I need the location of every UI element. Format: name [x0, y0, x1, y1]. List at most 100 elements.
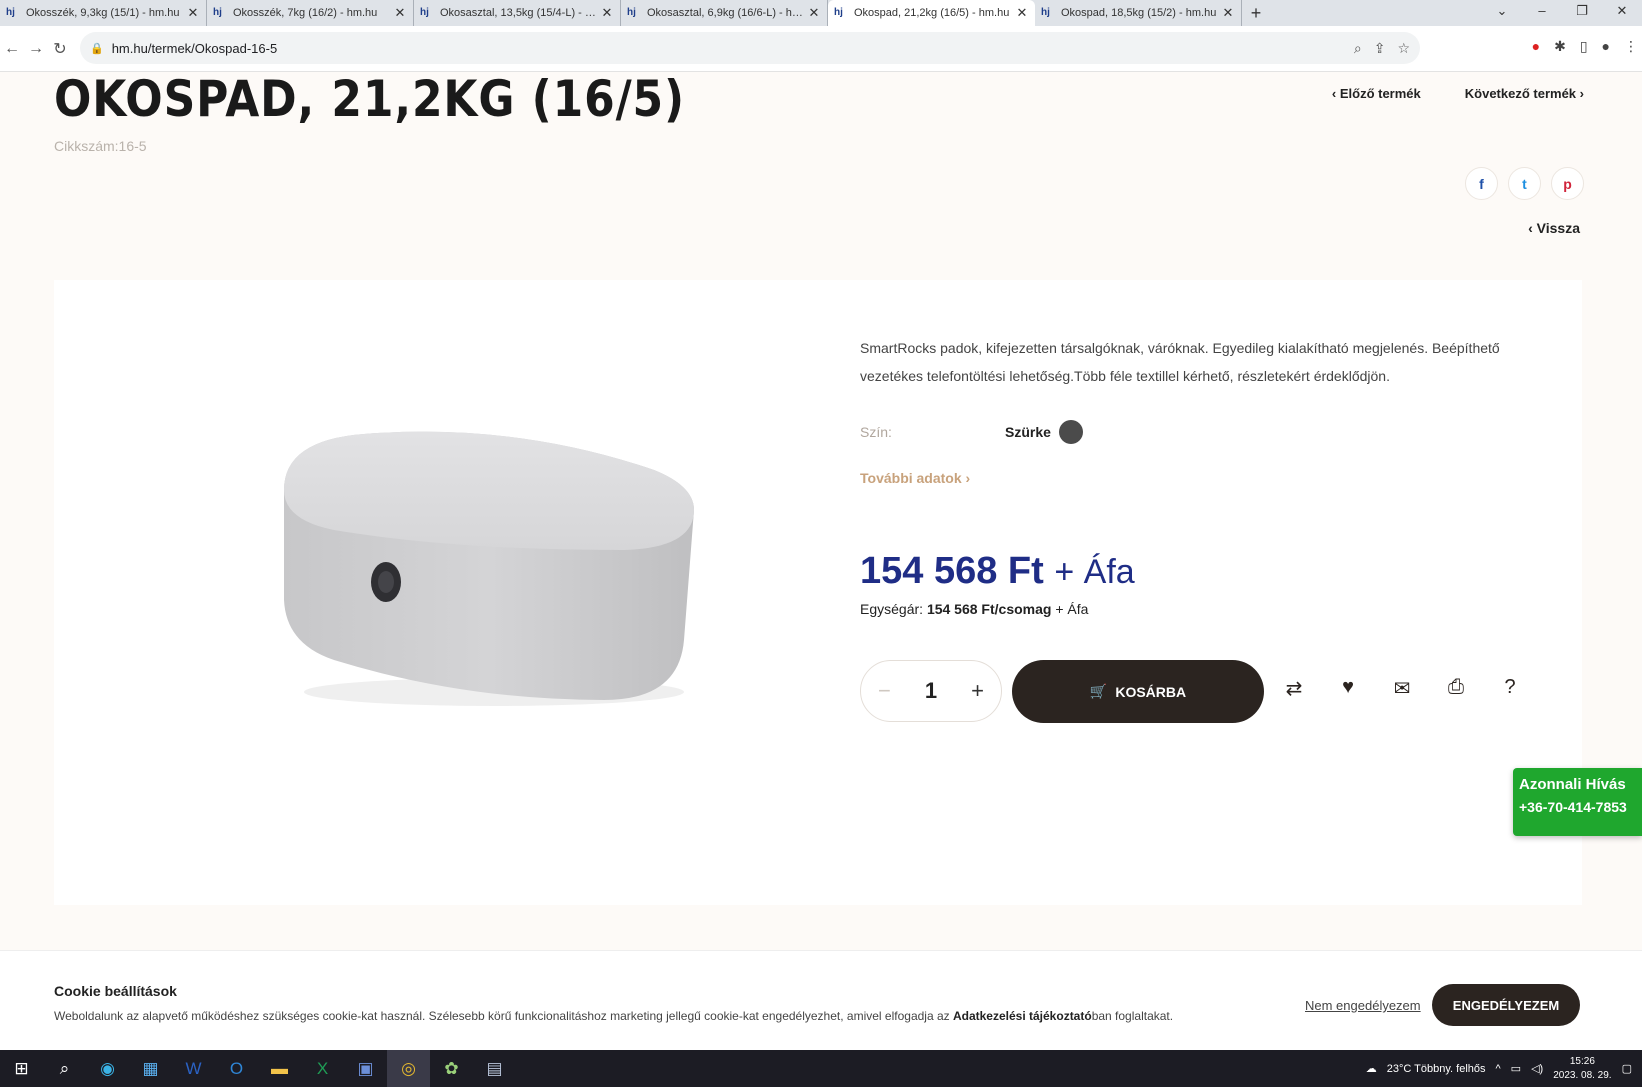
close-icon[interactable]: ✕: [600, 5, 614, 21]
os-taskbar: ⊞ ⌕ ◉ ▦ W O ▬ X ▣ ◎ ✿ ▤ ☁ 23°C Többny. f…: [0, 1050, 1642, 1087]
volume-icon[interactable]: ◁): [1531, 1062, 1543, 1075]
mail-icon[interactable]: ✉: [1391, 676, 1413, 701]
window-controls: ⌄ – ❐ ✕: [1482, 0, 1642, 26]
network-icon[interactable]: ▭: [1511, 1062, 1521, 1075]
site-favicon-icon: hj: [6, 7, 15, 18]
sku-label: Cikkszám:16-5: [54, 138, 147, 154]
back-arrow-icon[interactable]: ←: [0, 40, 24, 58]
print-icon[interactable]: ⎙: [1445, 676, 1467, 701]
page-title: OKOSPAD, 21,2KG (16/5): [54, 70, 686, 128]
excel-icon[interactable]: X: [301, 1050, 344, 1087]
social-share: f t p: [1465, 167, 1584, 200]
pinterest-icon[interactable]: p: [1551, 167, 1584, 200]
weather-text[interactable]: 23°C Többny. felhős: [1387, 1063, 1486, 1075]
menu-dots-icon[interactable]: ⋮: [1624, 38, 1638, 55]
chevron-left-icon: ‹: [1528, 220, 1537, 236]
tab-search-icon[interactable]: ⌄: [1482, 0, 1522, 26]
plus-icon[interactable]: +: [971, 678, 984, 704]
browser-tabstrip: hj Okosszék, 9,3kg (15/1) - hm.hu ✕ hj Okos…: [0, 0, 1642, 26]
close-icon[interactable]: ✕: [807, 5, 821, 21]
color-swatch[interactable]: [1058, 420, 1083, 444]
quantity-input[interactable]: 1: [925, 678, 937, 704]
more-data-label: További adatok: [860, 470, 962, 486]
bookmark-star-icon[interactable]: ☆: [1397, 40, 1410, 57]
facebook-icon[interactable]: f: [1465, 167, 1498, 200]
call-phone: +36-70-414-7853: [1519, 799, 1627, 815]
restore-icon[interactable]: ❐: [1562, 0, 1602, 26]
tab-title: Okospad, 18,5kg (15/2) - hm.hu: [1061, 7, 1217, 19]
browser-tab[interactable]: hj Okosszék, 9,3kg (15/1) - hm.hu ✕: [0, 0, 207, 26]
search-icon[interactable]: ⌕: [43, 1050, 86, 1087]
price-vat: + Áfa: [1054, 553, 1135, 591]
prev-product-link[interactable]: ‹ Előző termék: [1332, 86, 1421, 101]
quantity-stepper: − 1 +: [860, 660, 1002, 722]
call-title: Azonnali Hívás: [1519, 776, 1626, 793]
calculator-icon[interactable]: ▤: [473, 1050, 516, 1087]
edge-icon[interactable]: ◉: [86, 1050, 129, 1087]
browser-tab[interactable]: hj Okosszék, 7kg (16/2) - hm.hu ✕: [207, 0, 414, 26]
browser-tab[interactable]: hj Okosasztal, 13,5kg (15/4-L) - hm. ✕: [414, 0, 621, 26]
cookie-text-before: Weboldalunk az alapvető működéshez szüks…: [54, 1009, 953, 1023]
unit-price-label: Egységár:: [860, 601, 924, 617]
instant-call-widget[interactable]: Azonnali Hívás +36-70-414-7853: [1513, 768, 1642, 836]
cookie-title: Cookie beállítások: [54, 983, 177, 999]
outlook-icon[interactable]: O: [215, 1050, 258, 1087]
close-window-icon[interactable]: ✕: [1602, 0, 1642, 26]
word-icon[interactable]: W: [172, 1050, 215, 1087]
chevron-right-icon: ›: [1576, 86, 1584, 101]
more-data-link[interactable]: További adatok ›: [860, 470, 970, 486]
file-explorer-icon[interactable]: ▬: [258, 1050, 301, 1087]
notification-icon[interactable]: ▢: [1622, 1062, 1632, 1075]
browser-tab[interactable]: hj Okospad, 18,5kg (15/2) - hm.hu ✕: [1035, 0, 1242, 26]
twitter-icon[interactable]: t: [1508, 167, 1541, 200]
share-icon[interactable]: ⇪: [1374, 40, 1386, 57]
app-icon[interactable]: ✿: [430, 1050, 473, 1087]
close-icon[interactable]: ✕: [393, 5, 407, 21]
extension-icon[interactable]: ●: [1532, 38, 1540, 55]
clock[interactable]: 15:26 2023. 08. 29.: [1553, 1055, 1611, 1083]
sidepanel-icon[interactable]: ▯: [1580, 38, 1588, 55]
product-photo-ottoman: [284, 431, 694, 706]
add-to-cart-button[interactable]: 🛒 KOSÁRBA: [1012, 660, 1264, 723]
product-image: [254, 400, 714, 740]
minus-icon[interactable]: −: [878, 678, 891, 704]
puzzle-icon[interactable]: ✱: [1554, 38, 1566, 55]
minimize-icon[interactable]: –: [1522, 0, 1562, 26]
decline-cookies-link[interactable]: Nem engedélyezem: [1305, 998, 1421, 1013]
cookie-banner: Cookie beállítások Weboldalunk az alapve…: [0, 950, 1642, 1050]
next-label: Következő termék: [1464, 86, 1577, 101]
browser-tab[interactable]: hj Okosasztal, 6,9kg (16/6-L) - hm.h ✕: [621, 0, 828, 26]
extension-icons: ● ✱ ▯ ● ⋮: [1532, 38, 1638, 55]
back-link[interactable]: ‹ Vissza: [1528, 220, 1580, 236]
close-icon[interactable]: ✕: [1015, 5, 1029, 21]
windows-start-icon[interactable]: ⊞: [0, 1050, 43, 1087]
close-icon[interactable]: ✕: [186, 5, 200, 21]
help-icon[interactable]: ?: [1499, 676, 1521, 701]
url-text: hm.hu/termek/Okospad-16-5: [111, 40, 278, 56]
chrome-icon[interactable]: ◎: [387, 1050, 430, 1087]
zoom-icon[interactable]: ⌕: [1354, 40, 1362, 57]
store-icon[interactable]: ▦: [129, 1050, 172, 1087]
profile-icon[interactable]: ●: [1602, 38, 1610, 55]
unit-price-vat: + Áfa: [1055, 601, 1089, 617]
new-tab-icon[interactable]: +: [1242, 0, 1270, 26]
tray-chevron-icon[interactable]: ^: [1496, 1063, 1501, 1075]
prev-label: Előző termék: [1339, 86, 1421, 101]
cart-icon: 🛒: [1089, 683, 1108, 699]
browser-tab-active[interactable]: hj Okospad, 21,2kg (16/5) - hm.hu ✕: [828, 0, 1035, 26]
next-product-link[interactable]: Következő termék ›: [1465, 86, 1584, 101]
compare-icon[interactable]: ⇄: [1283, 676, 1305, 701]
accept-cookies-button[interactable]: ENGEDÉLYEZEM: [1432, 984, 1580, 1026]
privacy-policy-link[interactable]: Adatkezelési tájékoztató: [953, 1009, 1092, 1023]
heart-icon[interactable]: ♥: [1337, 676, 1359, 701]
reload-icon[interactable]: ↻: [48, 39, 72, 59]
close-icon[interactable]: ✕: [1221, 5, 1235, 21]
clock-date: 2023. 08. 29.: [1553, 1069, 1612, 1081]
unit-price-value: 154 568 Ft/csomag: [926, 601, 1052, 617]
unit-price: Egységár: 154 568 Ft/csomag + Áfa: [860, 601, 1088, 617]
forward-arrow-icon[interactable]: →: [24, 40, 48, 58]
app-icon[interactable]: ▣: [344, 1050, 387, 1087]
chevron-right-icon: ›: [961, 470, 971, 486]
address-bar[interactable]: 🔒 hm.hu/termek/Okospad-16-5 ⌕ ⇪ ☆: [80, 32, 1420, 64]
weather-icon[interactable]: ☁: [1366, 1062, 1377, 1075]
